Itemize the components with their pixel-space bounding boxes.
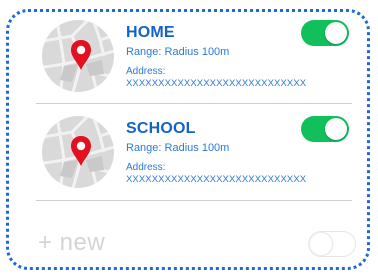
toggle-knob bbox=[310, 233, 332, 255]
address-label: Address: bbox=[126, 162, 166, 173]
place-card-school[interactable]: SCHOOL Range: Radius 100m Address: XXXXX… bbox=[36, 110, 352, 200]
home-enabled-toggle[interactable] bbox=[301, 20, 349, 46]
place-title: HOME bbox=[126, 24, 175, 41]
address-value: XXXXXXXXXXXXXXXXXXXXXXXXXXXX bbox=[126, 78, 307, 89]
toggle-knob bbox=[325, 22, 347, 44]
address-value: XXXXXXXXXXXXXXXXXXXXXXXXXXXX bbox=[126, 174, 307, 185]
map-thumbnail-icon bbox=[42, 20, 114, 92]
place-range: Range: Radius 100m bbox=[126, 46, 230, 58]
divider bbox=[36, 200, 352, 201]
toggle-knob bbox=[325, 118, 347, 140]
new-place-toggle[interactable] bbox=[308, 231, 356, 257]
place-card-home[interactable]: HOME Range: Radius 100m Address: XXXXXXX… bbox=[36, 14, 352, 104]
school-enabled-toggle[interactable] bbox=[301, 116, 349, 142]
place-title: SCHOOL bbox=[126, 120, 196, 137]
place-range: Range: Radius 100m bbox=[126, 142, 230, 154]
divider bbox=[36, 103, 352, 104]
map-thumbnail-icon bbox=[42, 116, 114, 188]
add-new-place-button[interactable]: + new bbox=[38, 229, 105, 257]
address-label: Address: bbox=[126, 66, 166, 77]
